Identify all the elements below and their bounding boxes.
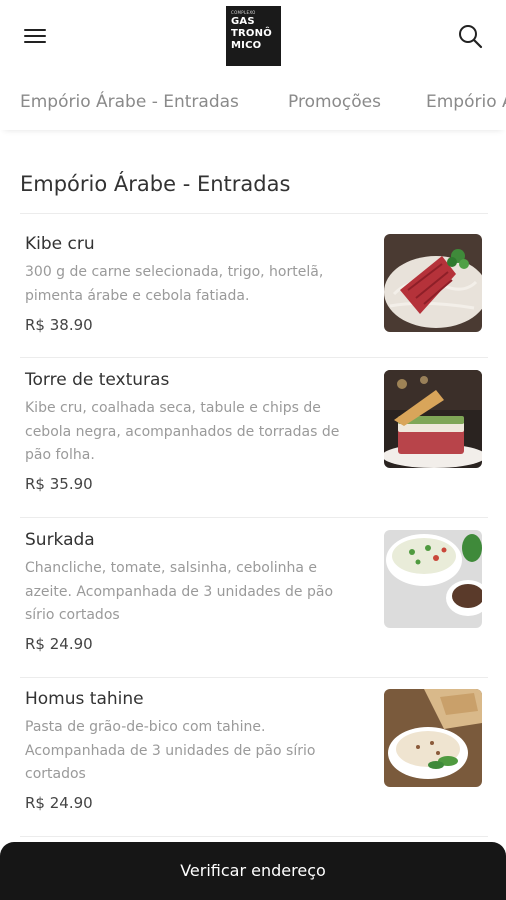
item-description: Chancliche, tomate, salsinha, cebolinha … [25, 560, 334, 623]
section-title: Empório Árabe - Entradas [20, 172, 291, 196]
menu-item-homus-tahine[interactable]: Homus tahine Pasta de grão-de-bico com t… [20, 689, 488, 819]
logo-line-1: GAS [231, 16, 255, 27]
category-tabs: Empório Árabe - Entradas Promoções Empór… [0, 72, 506, 130]
divider [20, 836, 488, 837]
item-name: Torre de texturas [25, 370, 170, 390]
item-price: R$ 35.90 [25, 475, 93, 493]
logo-line-2: TRONÔ [231, 28, 272, 39]
item-photo[interactable] [384, 689, 482, 787]
item-price: R$ 38.90 [25, 316, 93, 334]
item-name: Homus tahine [25, 689, 144, 709]
brand-logo[interactable]: COMPLEXO GAS TRONÔ MICO [226, 6, 281, 66]
item-price: R$ 24.90 [25, 635, 93, 653]
menu-item-torre-de-texturas[interactable]: Torre de texturas Kibe cru, coalhada sec… [20, 370, 488, 500]
search-icon[interactable] [456, 22, 484, 50]
app-header: COMPLEXO GAS TRONÔ MICO [0, 0, 506, 72]
tab-emporio-arabe-entradas[interactable]: Empório Árabe - Entradas [20, 92, 239, 112]
divider [20, 357, 488, 358]
item-photo[interactable] [384, 234, 482, 332]
item-name: Surkada [25, 530, 95, 550]
divider [20, 213, 488, 214]
tab-emporio-arabe[interactable]: Empório Árabe [426, 92, 506, 112]
menu-item-surkada[interactable]: Surkada Chancliche, tomate, salsinha, ce… [20, 530, 488, 660]
item-name: Kibe cru [25, 234, 95, 254]
item-photo[interactable] [384, 370, 482, 468]
item-description: Kibe cru, coalhada seca, tabule e chips … [25, 400, 340, 463]
divider [20, 517, 488, 518]
logo-line-3: MICO [231, 40, 262, 51]
menu-item-kibe-cru[interactable]: Kibe cru 300 g de carne selecionada, tri… [20, 234, 488, 344]
verify-address-button[interactable]: Verificar endereço [0, 842, 506, 900]
item-price: R$ 24.90 [25, 794, 93, 812]
item-photo[interactable] [384, 530, 482, 628]
menu-icon[interactable] [22, 26, 48, 46]
item-description: 300 g de carne selecionada, trigo, horte… [25, 264, 324, 304]
tab-promocoes[interactable]: Promoções [288, 92, 381, 112]
divider [20, 677, 488, 678]
item-description: Pasta de grão-de-bico com tahine. Acompa… [25, 719, 316, 782]
